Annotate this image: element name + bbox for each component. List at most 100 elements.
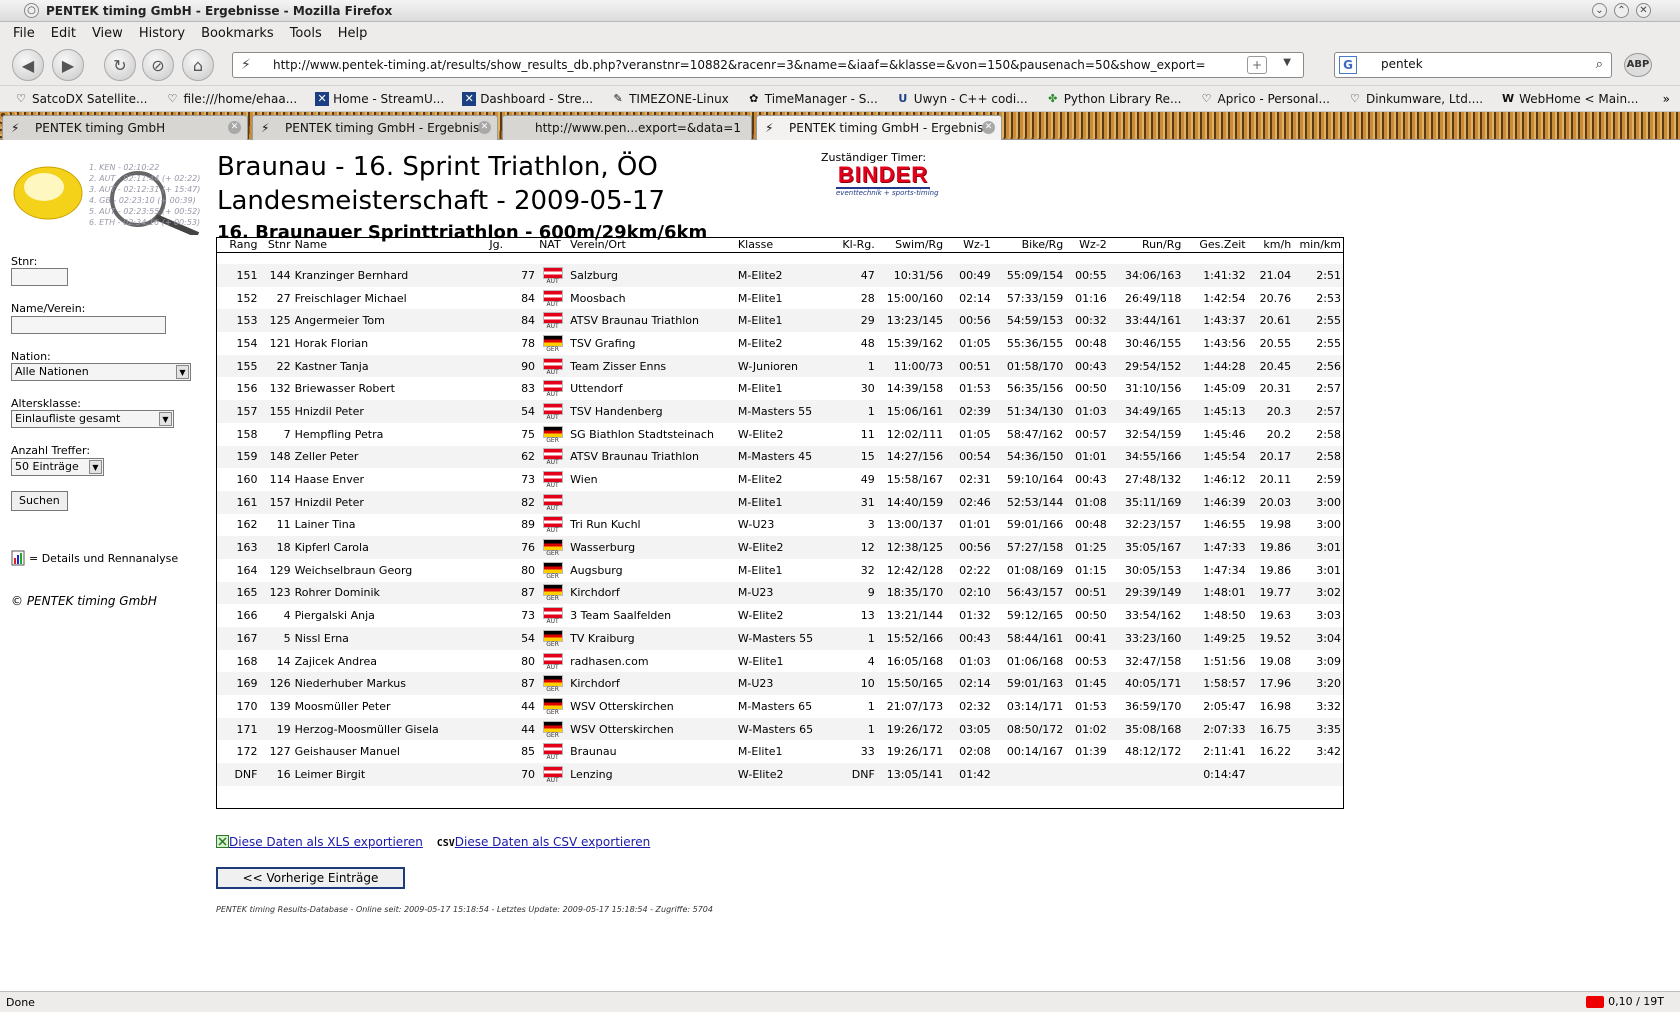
bookmark-item[interactable]: ✤ Python Library Re...: [1046, 92, 1181, 106]
cell-name[interactable]: Niederhuber Markus: [292, 672, 488, 696]
col-jg[interactable]: Jg.: [487, 238, 538, 253]
tab-pentek-home[interactable]: ⚡ PENTEK timing GmbH ✕: [2, 115, 248, 140]
menu-history[interactable]: History: [139, 26, 185, 41]
tab-pentek-results-active[interactable]: ⚡ PENTEK timing GmbH - Ergebnis... ✕: [756, 115, 1002, 140]
url-bar[interactable]: ⚡ + ▼: [232, 52, 1304, 78]
bookmark-item[interactable]: ♡ SatcoDX Satellite...: [14, 92, 147, 106]
close-tab-icon[interactable]: ✕: [228, 121, 241, 134]
tab-export[interactable]: http://www.pen...export=&data=1: [502, 115, 752, 140]
stop-icon[interactable]: ⊘: [142, 49, 174, 81]
maximize-icon[interactable]: ⌃: [1614, 3, 1629, 18]
bookmark-item[interactable]: ♡ file:///home/ehaa...: [165, 92, 298, 106]
adblock-plus-button[interactable]: ABP: [1624, 53, 1652, 77]
cell-name[interactable]: Leimer Birgit: [292, 763, 488, 786]
cell-kl-rg: 30: [860, 382, 875, 396]
chevron-down-icon[interactable]: ▼: [176, 365, 189, 379]
export-csv-link[interactable]: Diese Daten als CSV exportieren: [455, 835, 651, 849]
col-kl-rg[interactable]: Kl-Rg.: [827, 238, 877, 253]
cell-name[interactable]: Angermeier Tom: [292, 309, 488, 333]
cell-run: 26:49/118: [1124, 291, 1182, 305]
url-dropdown-icon[interactable]: ▼: [1283, 57, 1291, 68]
col-wz2[interactable]: Wz-2: [1065, 238, 1109, 253]
cell-name[interactable]: Moosmüller Peter: [293, 695, 488, 718]
cell-name[interactable]: Hnizdil Peter: [292, 490, 488, 514]
col-bike[interactable]: Bike/Rg: [992, 238, 1066, 253]
cell-name[interactable]: Rohrer Dominik: [292, 581, 488, 605]
col-wz1[interactable]: Wz-1: [945, 238, 993, 253]
col-nat[interactable]: NAT: [537, 238, 569, 253]
col-name[interactable]: Name: [292, 238, 488, 253]
cell-name[interactable]: Zajicek Andrea: [293, 650, 488, 673]
close-window-icon[interactable]: ✕: [1636, 3, 1651, 18]
menu-tools[interactable]: Tools: [290, 26, 322, 41]
export-xls-link[interactable]: Diese Daten als XLS exportieren: [229, 835, 423, 849]
col-verein[interactable]: Verein/Ort: [568, 238, 736, 253]
previous-entries-button[interactable]: << Vorherige Einträge: [216, 867, 405, 889]
cell-name[interactable]: Zeller Peter: [292, 445, 488, 469]
col-klasse[interactable]: Klasse: [735, 238, 828, 253]
col-kmh[interactable]: km/h: [1247, 238, 1294, 253]
cell-name[interactable]: Horak Florian: [293, 332, 488, 355]
bookmark-item[interactable]: ✕ Dashboard - Stre...: [462, 91, 593, 106]
cell-name[interactable]: Weichselbraun Georg: [293, 559, 488, 582]
url-input[interactable]: [273, 58, 1233, 72]
altersklasse-select[interactable]: Einlaufliste gesamt ▼: [11, 410, 174, 428]
bookmark-star-icon[interactable]: +: [1247, 56, 1267, 74]
cell-name[interactable]: Piergalski Anja: [293, 604, 488, 627]
cell-klasse: M-U23: [735, 581, 828, 605]
binder-logo[interactable]: BINDER eventtechnik + sports-timing: [836, 163, 939, 197]
bookmark-item[interactable]: U Uwyn - C++ codi...: [896, 92, 1027, 106]
pentek-logo[interactable]: 1. KEN - 02:10:22 2. AUT - 02:11:44 (+ 0…: [10, 159, 200, 238]
tab-pentek-results[interactable]: ⚡ PENTEK timing GmbH - Ergebnis... ✕: [252, 115, 498, 140]
menu-bookmarks[interactable]: Bookmarks: [201, 26, 274, 41]
minimize-icon[interactable]: ⌄: [1592, 3, 1607, 18]
close-tab-icon[interactable]: ✕: [982, 121, 995, 134]
col-swim[interactable]: Swim/Rg: [876, 238, 946, 253]
bookmark-item[interactable]: ✎ TIMEZONE-Linux: [611, 92, 728, 106]
bookmarks-overflow-icon[interactable]: »: [1663, 92, 1670, 106]
close-tab-icon[interactable]: ✕: [478, 121, 491, 134]
chevron-down-icon[interactable]: ▼: [159, 412, 172, 426]
chevron-down-icon[interactable]: ▼: [89, 460, 102, 474]
cell-name[interactable]: Briewasser Robert: [293, 377, 488, 400]
anzahl-treffer-select[interactable]: 50 Einträge ▼: [11, 458, 104, 476]
forward-icon[interactable]: ▶: [52, 49, 84, 81]
search-box[interactable]: G ⌕: [1334, 52, 1612, 78]
stnr-input[interactable]: [11, 268, 68, 286]
back-icon[interactable]: ◀: [12, 49, 44, 81]
bookmark-item[interactable]: ♡ Dinkumware, Ltd....: [1348, 92, 1483, 106]
bookmark-item[interactable]: ✕ Home - StreamU...: [315, 91, 444, 106]
menu-help[interactable]: Help: [338, 26, 368, 41]
search-input[interactable]: [1381, 57, 1581, 71]
col-rang[interactable]: Rang: [217, 238, 260, 253]
bookmark-item[interactable]: ♡ Aprico - Personal...: [1200, 92, 1330, 106]
window-menu-icon[interactable]: ○: [24, 3, 39, 18]
cell-name[interactable]: Lainer Tina: [293, 514, 488, 537]
menu-edit[interactable]: Edit: [51, 26, 76, 41]
cell-name[interactable]: Herzog-Moosmüller Gisela: [292, 717, 488, 741]
col-gesamt[interactable]: Ges.Zeit: [1183, 238, 1248, 253]
col-stnr[interactable]: Stnr: [259, 238, 293, 253]
col-run[interactable]: Run/Rg: [1108, 238, 1184, 253]
google-engine-icon[interactable]: G: [1339, 56, 1357, 74]
col-minkm[interactable]: min/km: [1293, 238, 1343, 253]
cell-name[interactable]: Geishauser Manuel: [293, 740, 488, 763]
cell-name[interactable]: Hempfling Petra: [293, 423, 488, 446]
nation-select[interactable]: Alle Nationen ▼: [11, 363, 191, 381]
search-icon[interactable]: ⌕: [1596, 57, 1603, 72]
reload-icon[interactable]: ↻: [104, 49, 136, 81]
home-icon[interactable]: ⌂: [182, 49, 214, 81]
cell-name[interactable]: Freischlager Michael: [293, 287, 488, 310]
cell-name[interactable]: Kastner Tanja: [292, 354, 488, 378]
menu-file[interactable]: File: [13, 26, 35, 41]
name-verein-input[interactable]: [11, 316, 166, 334]
menu-view[interactable]: View: [92, 26, 123, 41]
cell-name[interactable]: Nissl Erna: [292, 627, 488, 650]
cell-name[interactable]: Kipferl Carola: [292, 536, 488, 559]
bookmark-item[interactable]: ✿ TimeManager - S...: [747, 92, 878, 106]
cell-name[interactable]: Haase Enver: [293, 468, 488, 491]
cell-name[interactable]: Kranzinger Bernhard: [292, 264, 488, 287]
bookmark-item[interactable]: W WebHome < Main...: [1501, 92, 1638, 106]
search-button[interactable]: Suchen: [11, 491, 68, 511]
cell-name[interactable]: Hnizdil Peter: [292, 400, 488, 423]
